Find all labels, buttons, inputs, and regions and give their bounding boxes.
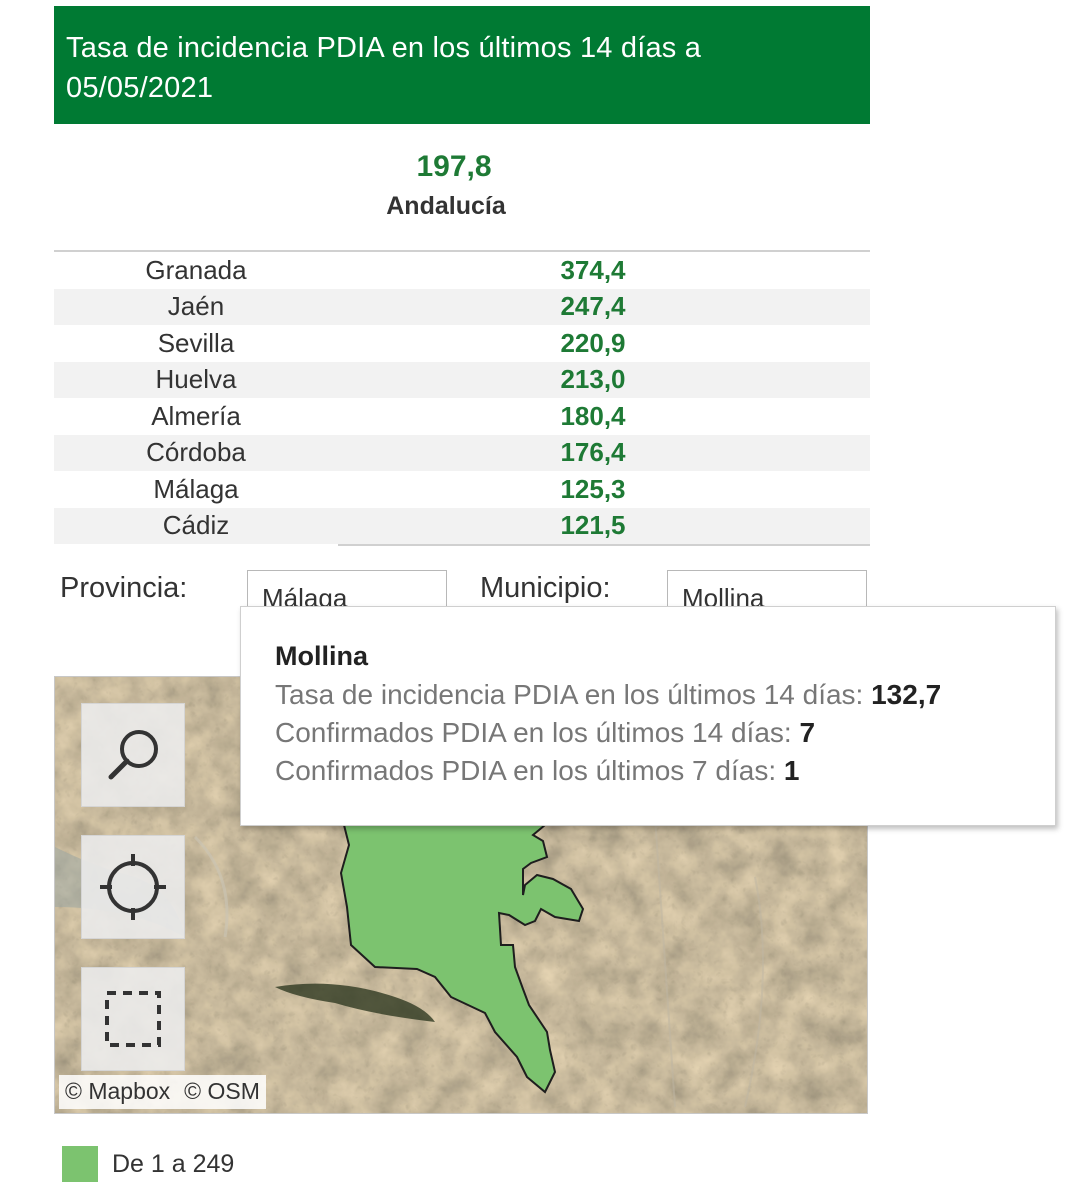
table-row[interactable]: Granada 374,4 xyxy=(54,252,870,289)
attribution-mapbox[interactable]: © Mapbox xyxy=(65,1078,170,1109)
province-value: 247,4 xyxy=(560,291,626,322)
province-value: 180,4 xyxy=(560,400,626,431)
search-button[interactable] xyxy=(81,703,185,807)
municipio-label: Municipio: xyxy=(480,572,611,604)
tooltip-rate-line: Tasa de incidencia PDIA en los últimos 1… xyxy=(275,679,941,711)
tooltip-confirmed14-value: 7 xyxy=(799,717,816,748)
table-row[interactable]: Córdoba 176,4 xyxy=(54,434,870,471)
province-name: Granada xyxy=(145,254,247,285)
province-name: Almería xyxy=(151,400,241,431)
province-value: 121,5 xyxy=(560,510,626,541)
table-row[interactable]: Cádiz 121,5 xyxy=(54,507,870,544)
tooltip-rate-label: Tasa de incidencia PDIA en los últimos 1… xyxy=(275,679,864,710)
tooltip-confirmed14-line: Confirmados PDIA en los últimos 14 días:… xyxy=(275,717,815,749)
municipality-tooltip: Mollina Tasa de incidencia PDIA en los ú… xyxy=(240,606,1056,826)
tooltip-title: Mollina xyxy=(275,641,368,671)
legend-swatch xyxy=(62,1146,98,1182)
table-row[interactable]: Jaén 247,4 xyxy=(54,288,870,325)
select-area-button[interactable] xyxy=(81,967,185,1071)
province-table: Granada 374,4 Jaén 247,4 Sevilla 220,9 H… xyxy=(54,250,870,546)
provincia-label: Provincia: xyxy=(60,572,188,604)
municipio-select[interactable]: Mollina xyxy=(667,570,867,610)
page-header: Tasa de incidencia PDIA en los últimos 1… xyxy=(54,6,870,124)
locate-icon xyxy=(100,854,166,920)
provincia-select[interactable]: Málaga xyxy=(247,570,447,610)
province-name: Jaén xyxy=(167,291,225,322)
province-value: 374,4 xyxy=(560,254,626,285)
search-icon xyxy=(108,730,158,780)
province-name: Cádiz xyxy=(162,510,230,541)
tooltip-confirmed7-label: Confirmados PDIA en los últimos 7 días: xyxy=(275,755,777,786)
page-title: Tasa de incidencia PDIA en los últimos 1… xyxy=(66,32,702,104)
province-name: Sevilla xyxy=(157,327,235,358)
table-row[interactable]: Huelva 213,0 xyxy=(54,361,870,398)
tooltip-confirmed7-line: Confirmados PDIA en los últimos 7 días: … xyxy=(275,755,799,787)
attribution-osm[interactable]: © OSM xyxy=(184,1078,260,1109)
tooltip-confirmed14-label: Confirmados PDIA en los últimos 14 días: xyxy=(275,717,792,748)
legend-label: De 1 a 249 xyxy=(112,1150,235,1178)
province-value: 220,9 xyxy=(560,327,626,358)
table-row[interactable]: Almería 180,4 xyxy=(54,398,870,435)
province-value: 176,4 xyxy=(560,437,626,468)
province-value: 213,0 xyxy=(560,364,626,395)
province-value: 125,3 xyxy=(560,473,626,504)
region-total-value: 197,8 xyxy=(416,150,492,183)
province-name: Huelva xyxy=(155,364,237,395)
table-row[interactable]: Sevilla 220,9 xyxy=(54,325,870,362)
map-attribution[interactable]: © Mapbox © OSM xyxy=(59,1075,266,1109)
tooltip-confirmed7-value: 1 xyxy=(783,755,800,786)
region-total-label: Andalucía xyxy=(386,192,506,220)
select-area-icon xyxy=(105,991,161,1047)
table-row[interactable]: Málaga 125,3 xyxy=(54,471,870,508)
province-name: Málaga xyxy=(153,473,239,504)
province-name: Córdoba xyxy=(146,437,246,468)
locate-button[interactable] xyxy=(81,835,185,939)
tooltip-rate-value: 132,7 xyxy=(871,679,942,710)
